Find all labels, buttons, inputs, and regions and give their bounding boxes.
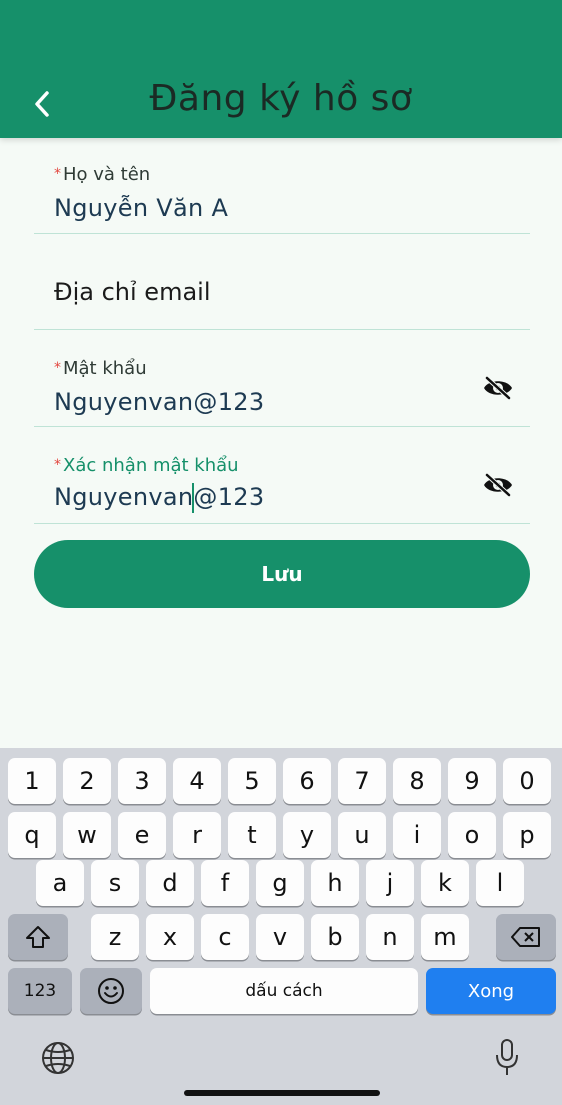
emoji-key[interactable] xyxy=(80,968,142,1014)
key-n[interactable]: n xyxy=(366,914,414,960)
key-x[interactable]: x xyxy=(146,914,194,960)
confirm-password-value: Nguyenvan@123 xyxy=(54,483,264,513)
full-name-field[interactable]: * Họ và tên Nguyễn Văn A xyxy=(34,138,530,234)
key-h[interactable]: h xyxy=(311,860,359,906)
key-a[interactable]: a xyxy=(36,860,84,906)
key-y[interactable]: y xyxy=(283,812,331,858)
key-0[interactable]: 0 xyxy=(503,758,551,804)
key-j[interactable]: j xyxy=(366,860,414,906)
full-name-value: Nguyễn Văn A xyxy=(54,194,229,222)
key-2[interactable]: 2 xyxy=(63,758,111,804)
key-g[interactable]: g xyxy=(256,860,304,906)
password-label: Mật khẩu xyxy=(63,358,147,379)
key-c[interactable]: c xyxy=(201,914,249,960)
key-i[interactable]: i xyxy=(393,812,441,858)
key-4[interactable]: 4 xyxy=(173,758,221,804)
key-q[interactable]: q xyxy=(8,812,56,858)
key-d[interactable]: d xyxy=(146,860,194,906)
key-7[interactable]: 7 xyxy=(338,758,386,804)
key-s[interactable]: s xyxy=(91,860,139,906)
key-t[interactable]: t xyxy=(228,812,276,858)
key-p[interactable]: p xyxy=(503,812,551,858)
key-z[interactable]: z xyxy=(91,914,139,960)
confirm-password-value-part: Nguyenvan xyxy=(54,483,194,511)
key-o[interactable]: o xyxy=(448,812,496,858)
full-name-label: Họ và tên xyxy=(63,164,151,185)
key-3[interactable]: 3 xyxy=(118,758,166,804)
emoji-icon xyxy=(98,978,124,1004)
key-e[interactable]: e xyxy=(118,812,166,858)
app-header: Đăng ký hồ sơ xyxy=(0,0,562,138)
key-1[interactable]: 1 xyxy=(8,758,56,804)
key-k[interactable]: k xyxy=(421,860,469,906)
required-mark: * xyxy=(54,360,61,376)
key-f[interactable]: f xyxy=(201,860,249,906)
key-w[interactable]: w xyxy=(63,812,111,858)
required-mark: * xyxy=(54,457,61,473)
numbers-key[interactable]: 123 xyxy=(8,968,72,1014)
space-key[interactable]: dấu cách xyxy=(150,968,418,1014)
save-button[interactable]: Lưu xyxy=(34,540,530,608)
backspace-icon xyxy=(511,927,540,947)
shift-icon xyxy=(26,926,50,948)
confirm-password-value-part: @123 xyxy=(193,483,265,511)
key-m[interactable]: m xyxy=(421,914,469,960)
shift-key[interactable] xyxy=(8,914,68,960)
done-key[interactable]: Xong xyxy=(426,968,556,1014)
globe-icon[interactable] xyxy=(40,1040,76,1076)
confirm-password-field[interactable]: * Xác nhận mật khẩu Nguyenvan@123 xyxy=(34,427,530,524)
email-placeholder: Địa chỉ email xyxy=(54,278,211,306)
home-indicator xyxy=(184,1090,380,1096)
on-screen-keyboard: 1234567890 qwertyuiop asdfghjkl zxcvbnm … xyxy=(0,748,562,1105)
password-field[interactable]: * Mật khẩu Nguyenvan@123 xyxy=(34,330,530,427)
key-6[interactable]: 6 xyxy=(283,758,331,804)
email-field[interactable]: Địa chỉ email xyxy=(34,234,530,330)
page-title: Đăng ký hồ sơ xyxy=(149,78,413,119)
backspace-key[interactable] xyxy=(496,914,556,960)
key-5[interactable]: 5 xyxy=(228,758,276,804)
key-v[interactable]: v xyxy=(256,914,304,960)
eye-off-icon[interactable] xyxy=(482,473,514,497)
eye-off-icon[interactable] xyxy=(482,376,514,400)
microphone-icon[interactable] xyxy=(494,1038,520,1078)
password-value: Nguyenvan@123 xyxy=(54,388,265,416)
key-r[interactable]: r xyxy=(173,812,221,858)
key-u[interactable]: u xyxy=(338,812,386,858)
key-9[interactable]: 9 xyxy=(448,758,496,804)
key-8[interactable]: 8 xyxy=(393,758,441,804)
confirm-password-label: Xác nhận mật khẩu xyxy=(63,455,239,476)
required-mark: * xyxy=(54,166,61,182)
key-b[interactable]: b xyxy=(311,914,359,960)
key-l[interactable]: l xyxy=(476,860,524,906)
